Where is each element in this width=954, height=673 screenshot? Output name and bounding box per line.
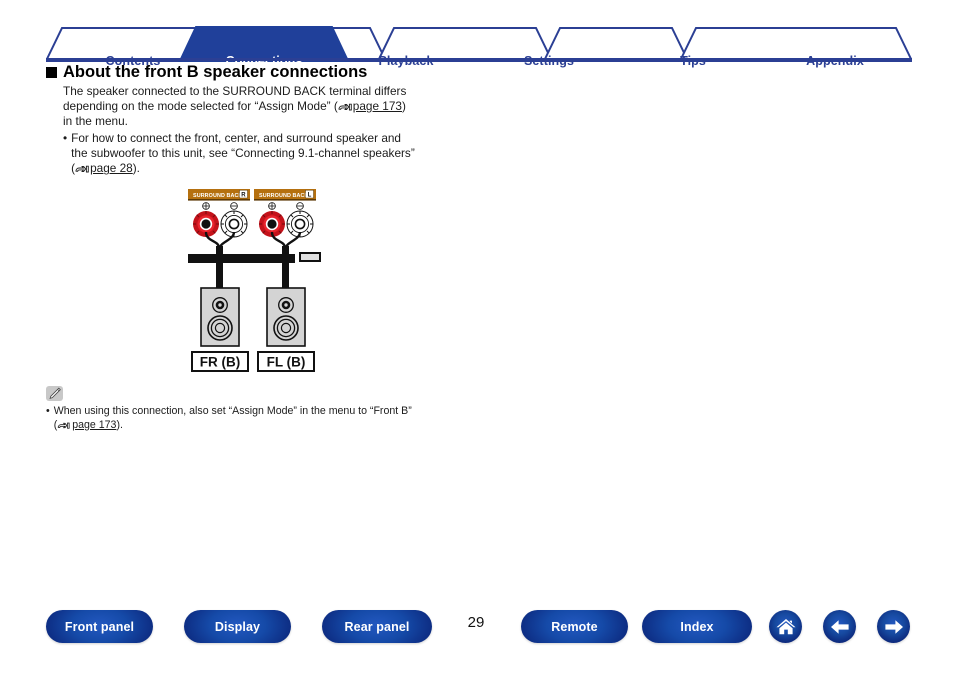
- pencil-icon: [46, 386, 63, 401]
- terminal-band-left: SURROUND BACK R: [188, 189, 250, 201]
- tab-label-settings[interactable]: Settings: [524, 54, 574, 68]
- square-bullet-icon: [46, 67, 57, 78]
- link-page-173[interactable]: page 173: [72, 419, 116, 431]
- bullet-line-3-close: ).: [132, 161, 140, 176]
- speaker-label-right-text: FL (B): [267, 355, 306, 370]
- bullet-marker: •: [63, 131, 68, 145]
- tab-bar: Contents Connections Playback Settings T…: [46, 26, 912, 68]
- pointing-hand-icon: [75, 163, 90, 173]
- list-item: • When using this connection, also set “…: [46, 404, 476, 432]
- intro-paragraph: The speaker connected to the SURROUND BA…: [63, 84, 463, 130]
- note-line-1: When using this connection, also set “As…: [53, 405, 412, 417]
- cable-trunk-left: [216, 246, 223, 288]
- footer-button-display[interactable]: Display: [184, 610, 291, 643]
- footer-back-button[interactable]: [823, 610, 856, 643]
- bullet-line-1: For how to connect the front, center, an…: [71, 131, 401, 145]
- intro-line-2-text: depending on the mode selected for “Assi…: [63, 99, 338, 114]
- intro-line-2-close: ): [402, 99, 406, 114]
- footer-forward-button[interactable]: [877, 610, 910, 643]
- connection-diagram-graphic: SURROUND BACK R SURROUND BACK L FR (B) F…: [186, 188, 321, 372]
- note-line-2: (page 173).: [54, 418, 476, 432]
- footer-button-index[interactable]: Index: [642, 610, 752, 643]
- terminal-band-right-label: SURROUND BACK: [259, 193, 309, 199]
- page-heading: About the front B speaker connections: [46, 63, 367, 82]
- tab-label-appendix[interactable]: Appendix: [806, 54, 864, 68]
- terminal-band-right-channel: L: [308, 193, 312, 199]
- bullet-line-2: the subwoofer to this unit, see “Connect…: [71, 146, 415, 161]
- page-number: 29: [467, 614, 485, 631]
- speaker-label-right: FL (B): [257, 351, 315, 372]
- forward-arrow-icon: [884, 619, 903, 634]
- tab-bar-rule: [46, 58, 912, 61]
- page-heading-text: About the front B speaker connections: [63, 63, 368, 81]
- speaker-cabinet-left: [200, 287, 240, 347]
- note-block: • When using this connection, also set “…: [46, 404, 476, 432]
- cable-trunk-right: [282, 246, 289, 288]
- rear-panel-strip: [188, 254, 295, 263]
- note-line-2-close: ).: [116, 419, 123, 431]
- speaker-label-left: FR (B): [191, 351, 249, 372]
- link-page-173[interactable]: page 173: [353, 99, 402, 113]
- list-item: • For how to connect the front, center, …: [63, 131, 463, 177]
- tab-shape-appendix[interactable]: [678, 27, 912, 62]
- intro-line-1: The speaker connected to the SURROUND BA…: [63, 84, 407, 98]
- terminal-band-left-channel: R: [241, 193, 246, 199]
- pointing-hand-icon: [57, 420, 72, 429]
- pointing-hand-icon: [338, 101, 353, 111]
- intro-line-2: depending on the mode selected for “Assi…: [63, 99, 463, 114]
- bullet-text: For how to connect the front, center, an…: [71, 131, 463, 177]
- home-icon: [776, 619, 795, 635]
- speaker-cabinet-right: [266, 287, 306, 347]
- connection-diagram: SURROUND BACK R SURROUND BACK L FR (B) F…: [186, 188, 321, 381]
- intro-line-3: in the menu.: [63, 114, 128, 129]
- bullet-line-3: (page 28).: [71, 161, 463, 176]
- footer-home-button[interactable]: [769, 610, 802, 643]
- footer-button-remote[interactable]: Remote: [521, 610, 628, 643]
- note-text: When using this connection, also set “As…: [54, 404, 476, 432]
- footer-button-front-panel[interactable]: Front panel: [46, 610, 153, 643]
- tab-label-playback[interactable]: Playback: [378, 54, 433, 68]
- link-page-28[interactable]: page 28: [90, 161, 133, 175]
- terminal-band-right: SURROUND BACK L: [254, 189, 316, 201]
- intro-bullet-list: • For how to connect the front, center, …: [63, 131, 463, 177]
- terminal-band-left-label: SURROUND BACK: [193, 193, 243, 199]
- tab-bar-shapes: [46, 26, 912, 62]
- note-bullet-marker: •: [46, 405, 50, 417]
- speaker-label-left-text: FR (B): [200, 355, 241, 370]
- tab-label-tips[interactable]: Tips: [680, 54, 706, 68]
- back-arrow-icon: [830, 619, 849, 634]
- footer-button-rear-panel[interactable]: Rear panel: [322, 610, 432, 643]
